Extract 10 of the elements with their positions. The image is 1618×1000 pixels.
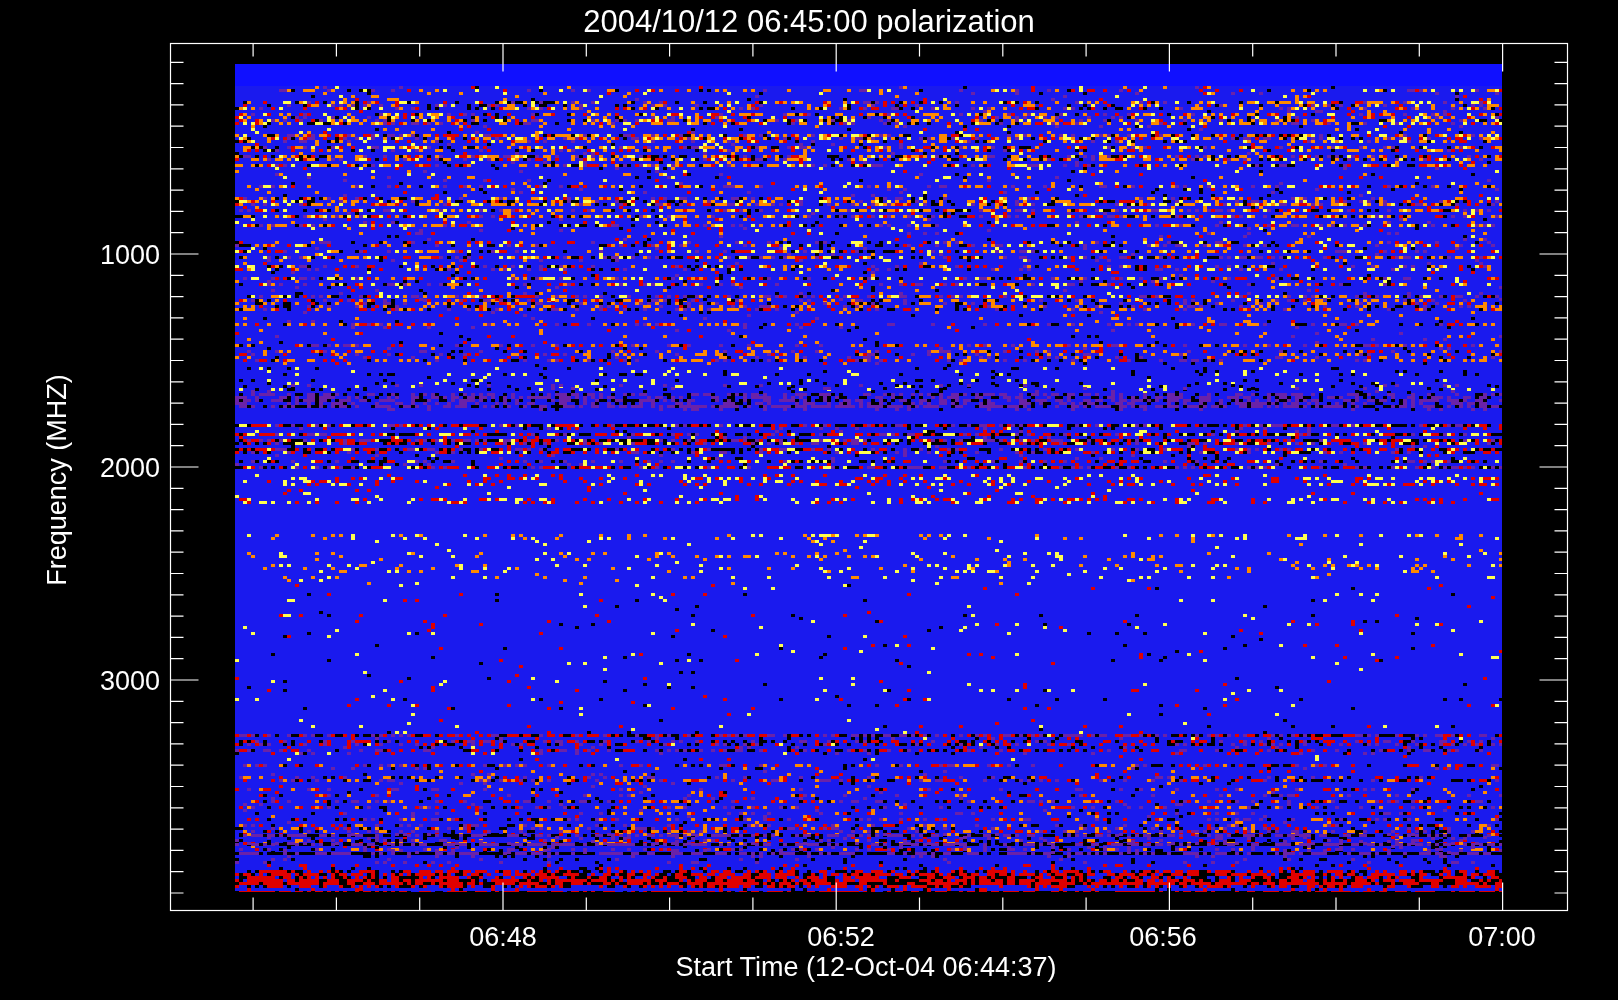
x-tick-label: 06:48	[469, 922, 537, 952]
y-axis-title: Frequency (MHZ)	[42, 374, 72, 586]
chart-title: 2004/10/12 06:45:00 polarization	[583, 4, 1035, 39]
x-tick-label: 07:00	[1468, 922, 1536, 952]
x-tick-label: 06:56	[1129, 922, 1197, 952]
y-tick-label: 2000	[99, 453, 160, 483]
x-axis-title: Start Time (12-Oct-04 06:44:37)	[675, 952, 1057, 982]
y-tick-label: 1000	[99, 240, 160, 270]
x-tick-label: 06:52	[807, 922, 875, 952]
y-tick-label: 3000	[99, 666, 160, 696]
